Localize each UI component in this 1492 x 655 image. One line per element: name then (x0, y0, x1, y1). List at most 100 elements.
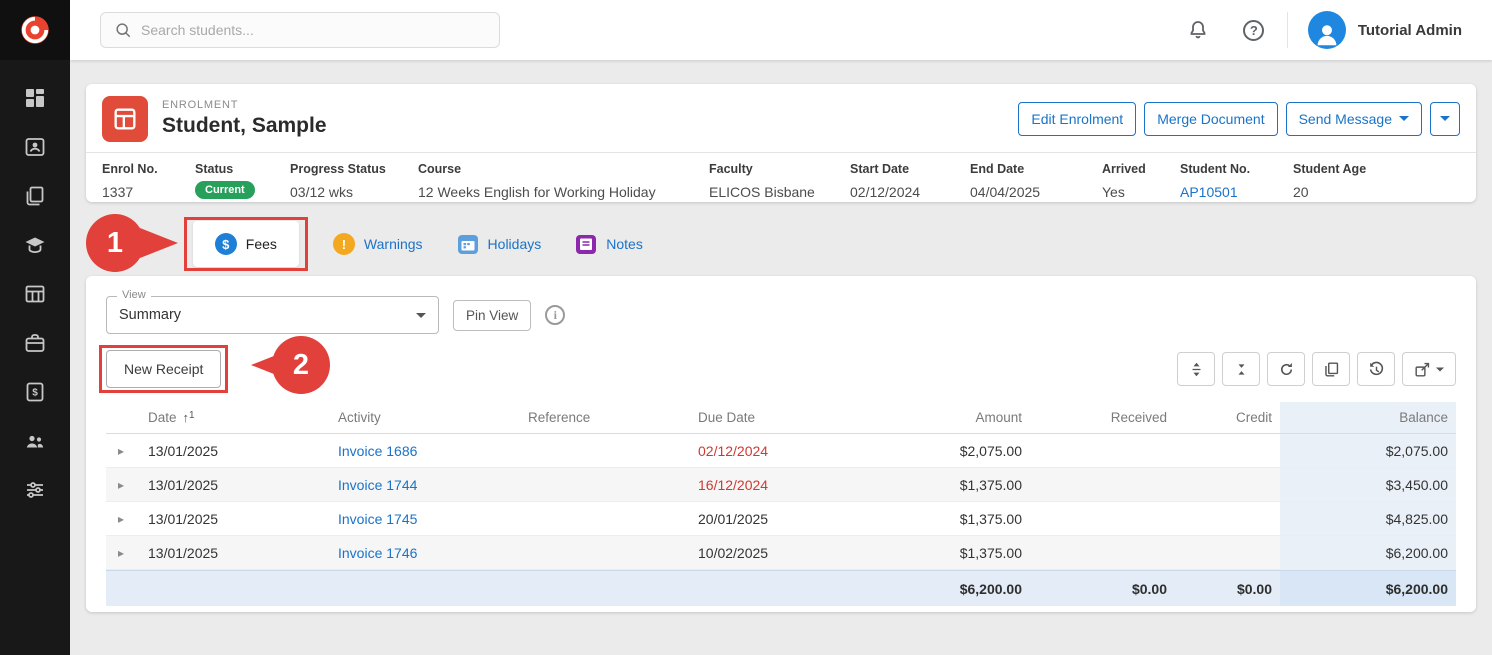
cell-due-date: 02/12/2024 (690, 443, 840, 459)
info-label: Student Age (1293, 162, 1460, 176)
info-field-end-date: End Date 04/04/2025 (970, 162, 1102, 200)
column-header-date[interactable]: Date↑1 (140, 410, 330, 425)
new-receipt-wrapper: New Receipt (106, 350, 221, 388)
new-receipt-button[interactable]: New Receipt (106, 350, 221, 388)
more-actions-button[interactable] (1430, 102, 1460, 136)
collapse-all-button[interactable] (1222, 352, 1260, 386)
cell-date: 13/01/2025 (140, 477, 330, 493)
refresh-icon (1277, 360, 1296, 379)
merge-document-button[interactable]: Merge Document (1144, 102, 1277, 136)
edit-enrolment-button[interactable]: Edit Enrolment (1018, 102, 1136, 136)
total-amount: $6,200.00 (840, 581, 1030, 597)
user-menu[interactable]: Tutorial Admin (1308, 11, 1462, 49)
app-logo[interactable] (0, 0, 70, 60)
send-message-label: Send Message (1299, 111, 1392, 127)
column-header-balance[interactable]: Balance (1280, 402, 1456, 433)
send-message-button[interactable]: Send Message (1286, 102, 1422, 136)
section-label: ENROLMENT (162, 99, 327, 111)
column-header-due-date[interactable]: Due Date (690, 410, 840, 425)
status-badge: Current (195, 181, 255, 199)
row-expander-icon[interactable]: ▸ (106, 478, 140, 492)
notifications-button[interactable] (1181, 13, 1215, 47)
tab-holidays[interactable]: Holidays (457, 233, 542, 255)
info-field-arrived: Arrived Yes (1102, 162, 1180, 200)
enrolment-title-row: ENROLMENT Student, Sample Edit Enrolment… (86, 84, 1476, 152)
pin-view-button[interactable]: Pin View (453, 300, 531, 331)
history-button[interactable] (1357, 352, 1395, 386)
info-field-progress-status: Progress Status 03/12 wks (290, 162, 418, 200)
tab-warnings[interactable]: ! Warnings (333, 233, 423, 255)
invoice-link[interactable]: Invoice 1745 (338, 511, 417, 527)
cell-balance: $3,450.00 (1280, 468, 1456, 501)
student-no-link[interactable]: AP10501 (1180, 184, 1293, 200)
user-name: Tutorial Admin (1358, 22, 1462, 39)
person-icon (1312, 19, 1342, 49)
info-value: 04/04/2025 (970, 184, 1102, 200)
cell-date: 13/01/2025 (140, 443, 330, 459)
row-expander-icon[interactable]: ▸ (106, 546, 140, 560)
invoice-link[interactable]: Invoice 1744 (338, 477, 417, 493)
warning-icon: ! (333, 233, 355, 255)
table-row: ▸ 13/01/2025 Invoice 1744 16/12/2024 $1,… (106, 468, 1456, 502)
tab-details[interactable]: Details (116, 236, 159, 252)
info-label: Arrived (1102, 162, 1180, 176)
sidebar-item-contacts[interactable] (23, 135, 47, 159)
column-header-activity[interactable]: Activity (330, 410, 520, 425)
briefcase-icon (23, 331, 47, 355)
cell-amount: $1,375.00 (840, 477, 1030, 493)
table-footer-row: $6,200.00 $0.00 $0.00 $6,200.00 (106, 570, 1456, 606)
sidebar-item-timetable[interactable] (23, 282, 47, 306)
table-toolbar (1177, 352, 1456, 386)
search-input[interactable] (141, 22, 487, 38)
svg-text:$: $ (32, 388, 38, 399)
table-icon (23, 282, 47, 306)
help-button[interactable]: ? (1237, 13, 1271, 47)
export-icon (1413, 360, 1432, 379)
tab-notes-label: Notes (606, 236, 643, 252)
enrolment-header-card: ENROLMENT Student, Sample Edit Enrolment… (86, 84, 1476, 202)
table-row: ▸ 13/01/2025 Invoice 1686 02/12/2024 $2,… (106, 434, 1456, 468)
info-icon[interactable]: i (545, 305, 565, 325)
row-expander-icon[interactable]: ▸ (106, 444, 140, 458)
cell-balance: $4,825.00 (1280, 502, 1456, 535)
refresh-button[interactable] (1267, 352, 1305, 386)
caret-down-icon (416, 313, 426, 318)
sidebar-item-agents[interactable] (23, 429, 47, 453)
tab-notes[interactable]: Notes (575, 233, 643, 255)
enrolment-tabs: Details $ Fees ! Warnings Holidays Notes (86, 218, 1476, 270)
sidebar-item-courses[interactable] (23, 233, 47, 257)
copy-button[interactable] (1312, 352, 1350, 386)
invoice-link[interactable]: Invoice 1686 (338, 443, 417, 459)
view-controls: View Summary Pin View i (106, 296, 1456, 334)
table-header-row: Date↑1 Activity Reference Due Date Amoun… (106, 402, 1456, 434)
column-header-credit[interactable]: Credit (1175, 410, 1280, 425)
info-label: Enrol No. (102, 162, 195, 176)
tab-fees-label: Fees (246, 236, 277, 252)
column-header-received[interactable]: Received (1030, 410, 1175, 425)
row-expander-icon[interactable]: ▸ (106, 512, 140, 526)
column-header-amount[interactable]: Amount (840, 410, 1030, 425)
sidebar-menu: $ (23, 86, 47, 502)
export-button[interactable] (1402, 352, 1456, 386)
tab-fees[interactable]: $ Fees (193, 221, 299, 267)
invoice-link[interactable]: Invoice 1746 (338, 545, 417, 561)
sidebar-item-dashboard[interactable] (23, 86, 47, 110)
sidebar-item-finance[interactable]: $ (23, 380, 47, 404)
column-header-reference[interactable]: Reference (520, 410, 690, 425)
view-select[interactable]: View Summary (106, 296, 439, 334)
caret-down-icon (1440, 116, 1450, 121)
sidebar-item-business[interactable] (23, 331, 47, 355)
search-box[interactable] (100, 12, 500, 48)
sidebar-item-settings[interactable] (23, 478, 47, 502)
info-label: Student No. (1180, 162, 1293, 176)
expand-all-button[interactable] (1177, 352, 1215, 386)
search-icon (113, 20, 133, 40)
info-value: Yes (1102, 184, 1180, 200)
sidebar-item-documents[interactable] (23, 184, 47, 208)
total-credit: $0.00 (1175, 581, 1280, 597)
sliders-icon (23, 478, 47, 502)
info-field-faculty: Faculty ELICOS Bisbane (709, 162, 850, 200)
sort-ascending-icon: ↑1 (183, 410, 195, 425)
merge-document-label: Merge Document (1157, 111, 1264, 127)
topbar: ? Tutorial Admin (70, 0, 1492, 60)
